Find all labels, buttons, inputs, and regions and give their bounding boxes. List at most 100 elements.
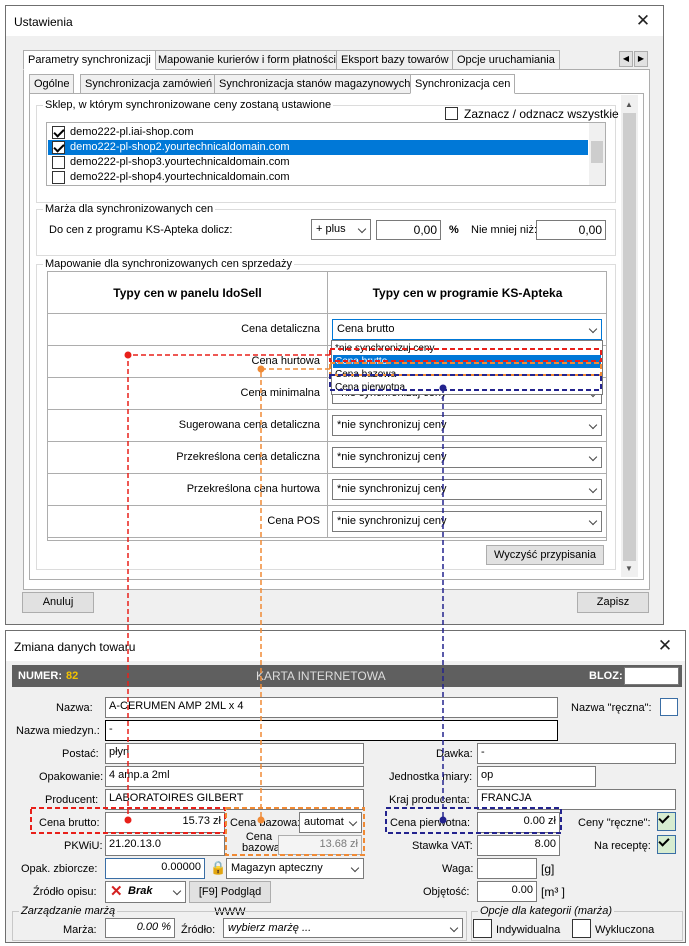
cena-bazowa2-label: Cena bazowa:	[242, 831, 283, 854]
save-button[interactable]: Zapisz	[577, 592, 649, 613]
podglad-button[interactable]: [F9] Podgląd WWW	[189, 881, 271, 918]
postac-input[interactable]: płyn	[105, 743, 364, 764]
producent-input[interactable]: LABORATOIRES GILBERT	[105, 789, 364, 810]
shop-list-item[interactable]: demo222-pl.iai-shop.com	[48, 125, 588, 140]
shop-group-label: Sklep, w którym synchronizowane ceny zos…	[43, 99, 334, 111]
dropdown-option[interactable]: *nie synchronizuj ceny	[333, 342, 601, 355]
ceny-reczne-label: Ceny "ręczne":	[578, 817, 651, 829]
clear-assignments-button[interactable]: Wyczyść przypisania	[486, 545, 604, 565]
subtab-stany[interactable]: Synchronizacja stanów magazynowych	[214, 74, 416, 94]
subtab-ogolne[interactable]: Ogólne	[29, 74, 75, 94]
numer-value: 82	[66, 670, 79, 682]
zrodlo-label: Źródło opisu:	[33, 886, 97, 898]
mapping-row-label: Cena detaliczna	[48, 314, 328, 346]
marza-label: Marża:	[63, 924, 97, 936]
margin-value-input[interactable]: 0,00	[376, 220, 441, 240]
waga-input[interactable]	[477, 858, 537, 879]
shop-checkbox[interactable]	[52, 141, 65, 154]
zrodlo2-select[interactable]: wybierz marżę ...	[223, 918, 463, 938]
margin-operator-select[interactable]: + plus	[311, 219, 371, 240]
tab-scroll-left-button[interactable]: ◀	[619, 51, 633, 67]
tab-scroll-right-button[interactable]: ▶	[634, 51, 648, 67]
tab-opcje[interactable]: Opcje uruchamiania	[452, 50, 560, 70]
product-titlebar: Zmiana danych towaru ✕	[6, 631, 685, 661]
settings-window: Ustawienia ✕ Parametry synchronizacji Ma…	[5, 5, 664, 625]
nazwa-input[interactable]: A-CERUMEN AMP 2ML x 4	[105, 697, 558, 718]
nazwa-reczna-label: Nazwa "ręczna":	[571, 702, 652, 714]
zrodlo2-label: Źródło:	[181, 924, 216, 936]
shop-list: demo222-pl.iai-shop.com demo222-pl-shop2.…	[46, 122, 606, 186]
magazyn-select[interactable]: Magazyn apteczny	[226, 858, 364, 879]
dropdown-option[interactable]: Cena brutto	[333, 355, 601, 368]
cena-brutto-input[interactable]: 15.73 zł	[105, 812, 225, 833]
cena-pierwotna-label: Cena pierwotna:	[390, 817, 471, 829]
shop-checkbox[interactable]	[52, 156, 65, 169]
wykluczona-label: Wykluczona	[595, 924, 655, 936]
pkwiu-input[interactable]: 21.20.13.0	[105, 835, 225, 856]
kraj-input[interactable]: FRANCJA	[477, 789, 676, 810]
cena-brutto-label: Cena brutto:	[39, 817, 100, 829]
shop-name: demo222-pl.iai-shop.com	[70, 126, 194, 138]
opak-label: Opak. zbiorcze:	[21, 863, 98, 875]
mapping-table: Typy cen w panelu IdoSell Typy cen w pro…	[47, 271, 607, 541]
cena-pierwotna-input[interactable]: 0.00 zł	[477, 812, 560, 833]
wykluczona-checkbox[interactable]	[572, 919, 591, 938]
percent-label: %	[449, 224, 459, 236]
mapping-row-select[interactable]: *nie synchronizuj ceny	[332, 415, 602, 436]
nazwa-reczna-checkbox[interactable]	[660, 698, 678, 716]
shop-list-item[interactable]: demo222-pl-shop3.yourtechnicaldomain.com	[48, 155, 588, 170]
cena-bazowa-mode-select[interactable]: automat	[299, 812, 362, 833]
opak-input[interactable]: 0.00000	[105, 858, 205, 879]
dawka-input[interactable]: -	[477, 743, 676, 764]
opakowanie-input[interactable]: 4 amp.a 2ml	[105, 766, 364, 787]
mapping-row-cell: *nie synchronizuj ceny	[328, 410, 607, 442]
dropdown-option[interactable]: Cena bazowa	[333, 368, 601, 381]
objetosc-label: Objętość:	[423, 886, 470, 898]
panel-scrollbar[interactable]: ▲ ▼	[621, 95, 638, 577]
tab-eksport[interactable]: Eksport bazy towarów	[336, 50, 454, 70]
stawka-input[interactable]: 8.00	[477, 835, 560, 856]
select-all-checkbox[interactable]	[445, 107, 458, 120]
jednostka-input[interactable]: op	[477, 766, 596, 787]
mapping-row-label: Cena POS	[48, 506, 328, 538]
settings-titlebar: Ustawienia ✕	[6, 6, 663, 36]
mapping-row-select[interactable]: Cena brutto	[332, 319, 602, 340]
min-label: Nie mniej niż:	[471, 224, 538, 236]
indywidualna-checkbox[interactable]	[473, 919, 492, 938]
nazwa-miedzyn-input[interactable]: -	[105, 720, 558, 741]
subtab-zamowienia[interactable]: Synchronizacja zamówień	[80, 74, 218, 94]
min-value-input[interactable]: 0,00	[536, 220, 606, 240]
na-recepte-checkbox[interactable]	[657, 835, 676, 854]
bloz-label: BLOZ:	[589, 670, 623, 682]
tab-mapowanie[interactable]: Mapowanie kurierów i form płatności	[153, 50, 341, 70]
shop-name: demo222-pl-shop4.yourtechnicaldomain.com	[70, 171, 290, 183]
dawka-label: Dawka:	[436, 748, 473, 760]
lock-icon[interactable]: 🔒	[210, 860, 226, 876]
cancel-button[interactable]: Anuluj	[22, 592, 94, 613]
close-icon[interactable]: ✕	[645, 631, 685, 661]
postac-label: Postać:	[62, 748, 99, 760]
mapping-row-select[interactable]: *nie synchronizuj ceny	[332, 511, 602, 532]
mapping-row-cell: *nie synchronizuj ceny	[328, 506, 607, 538]
dropdown-option[interactable]: Cena pierwotna	[333, 381, 601, 394]
zrodlo-select[interactable]: ✕ Brak	[105, 881, 186, 903]
zarzadzanie-label: Zarządzanie marżą	[19, 905, 118, 917]
mapping-row-select[interactable]: *nie synchronizuj ceny	[332, 447, 602, 468]
nazwa-label: Nazwa:	[56, 702, 93, 714]
waga-unit: [g]	[541, 862, 555, 876]
shop-list-item[interactable]: demo222-pl-shop2.yourtechnicaldomain.com	[48, 140, 588, 155]
objetosc-input[interactable]: 0.00	[477, 881, 537, 902]
close-icon[interactable]: ✕	[623, 6, 663, 36]
ceny-reczne-checkbox[interactable]	[657, 812, 676, 831]
price-dropdown-list: *nie synchronizuj ceny Cena brutto Cena ba…	[331, 340, 603, 395]
jednostka-label: Jednostka miary:	[389, 771, 473, 783]
tab-parametry[interactable]: Parametry synchronizacji	[23, 50, 156, 70]
select-all-label: Zaznacz / odznacz wszystkie	[464, 107, 619, 121]
shop-checkbox[interactable]	[52, 126, 65, 139]
marza-input[interactable]: 0.00 %	[105, 918, 175, 938]
shop-list-item[interactable]: demo222-pl-shop4.yourtechnicaldomain.com	[48, 170, 588, 185]
subtab-ceny[interactable]: Synchronizacja cen	[410, 74, 516, 94]
shop-name: demo222-pl-shop2.yourtechnicaldomain.com	[70, 141, 290, 153]
mapping-row-select[interactable]: *nie synchronizuj ceny	[332, 479, 602, 500]
shop-checkbox[interactable]	[52, 171, 65, 184]
